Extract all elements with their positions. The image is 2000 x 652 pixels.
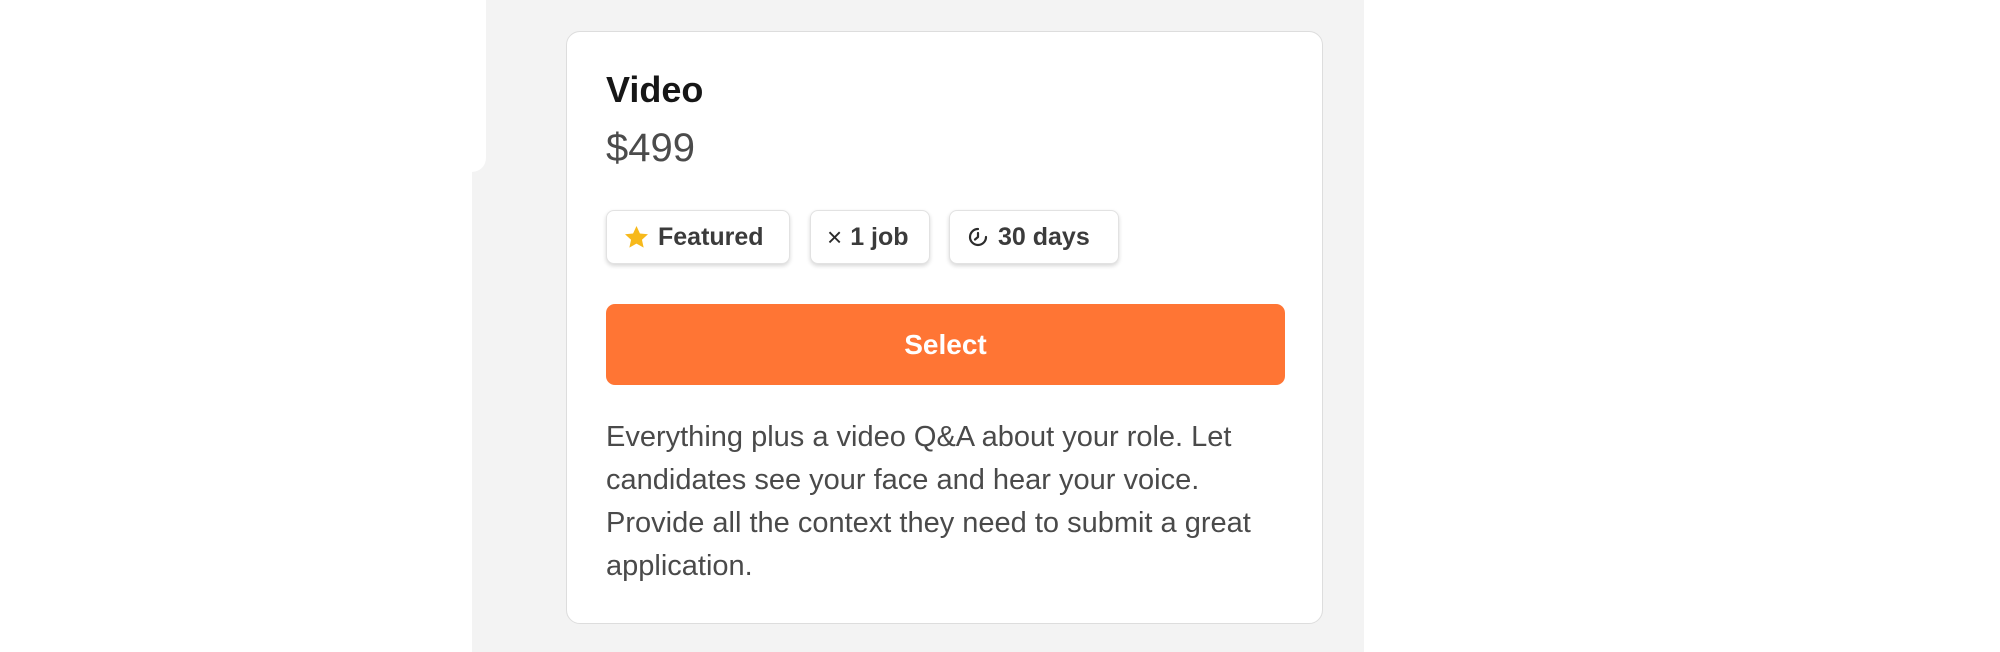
pricing-plan-card: Video $499 Featured × 1 job 30 days Sele… <box>566 31 1323 624</box>
duration-label: 30 days <box>998 222 1090 251</box>
clock-icon <box>966 225 990 249</box>
select-button[interactable]: Select <box>606 304 1285 385</box>
featured-badge-label: Featured <box>658 222 764 251</box>
duration-badge: 30 days <box>949 210 1119 264</box>
close-icon: × <box>827 222 843 252</box>
job-count-label: 1 job <box>850 222 909 251</box>
plan-price: $499 <box>606 126 695 170</box>
star-icon <box>623 224 650 251</box>
panel-notch <box>460 0 486 172</box>
featured-badge: Featured <box>606 210 790 264</box>
plan-title: Video <box>606 69 704 110</box>
plan-description: Everything plus a video Q&A about your r… <box>606 421 1251 582</box>
job-count-badge: × 1 job <box>810 210 930 264</box>
